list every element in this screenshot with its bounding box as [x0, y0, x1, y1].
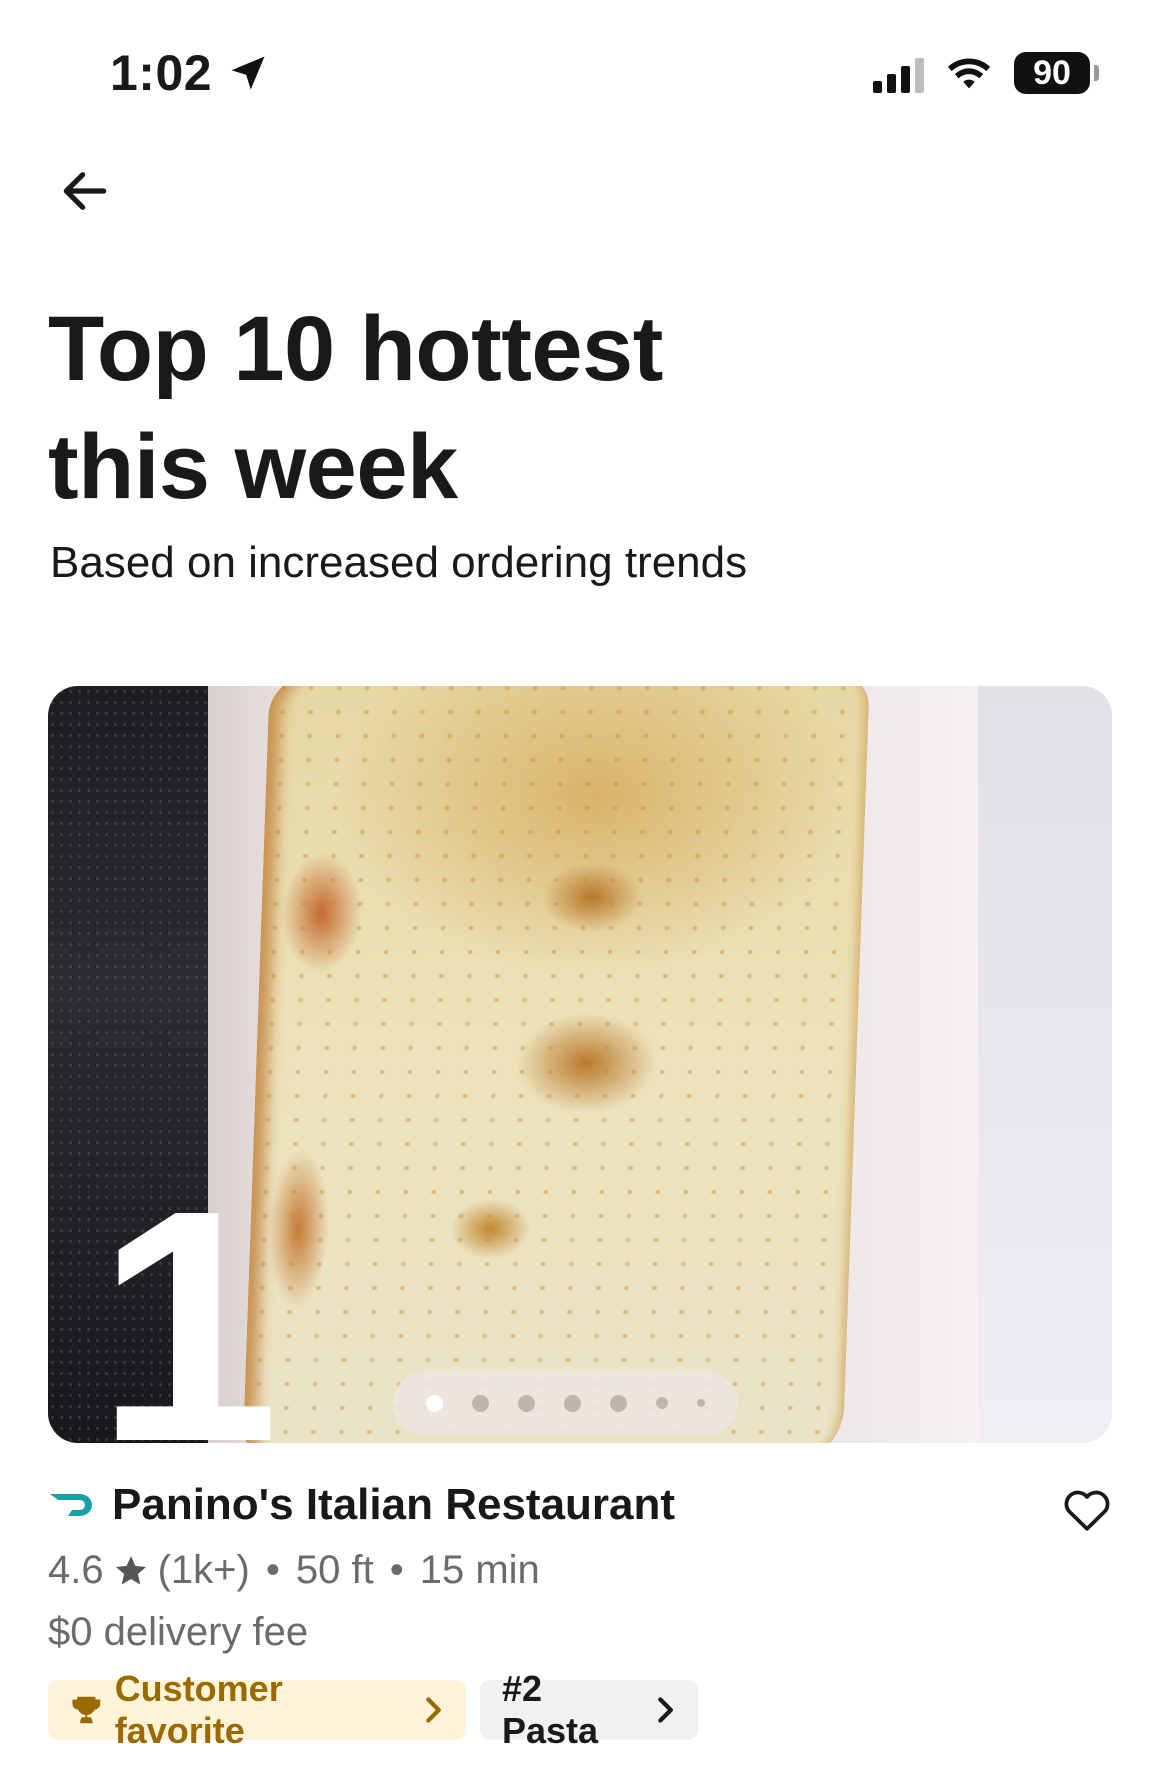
status-indicators: 90 [873, 52, 1099, 94]
battery-level: 90 [1033, 53, 1071, 92]
category-rank-label: #2 Pasta [502, 1668, 599, 1751]
page-title: Top 10 hottest this week [48, 290, 948, 526]
carousel-pager[interactable] [393, 1371, 738, 1435]
battery-indicator: 90 [1014, 52, 1099, 94]
heart-icon [1064, 1490, 1110, 1531]
location-arrow-icon [231, 56, 265, 90]
chevron-right-icon [426, 1697, 441, 1723]
photo-background [978, 686, 1112, 1443]
pager-dot[interactable] [472, 1394, 489, 1412]
dashpass-icon [50, 1494, 92, 1516]
rank-number: 1 [96, 1141, 280, 1444]
pager-dot[interactable] [564, 1394, 581, 1412]
pager-dot[interactable] [518, 1394, 535, 1412]
wifi-icon [947, 58, 991, 89]
page-subtitle: Based on increased ordering trends [50, 538, 748, 587]
delivery-time: 15 min [419, 1548, 540, 1592]
store-name[interactable]: Panino's Italian Restaurant [112, 1480, 675, 1530]
cellular-signal-icon [873, 53, 924, 93]
title-line-1: Top 10 hottest [48, 298, 663, 400]
chevron-right-icon [658, 1697, 673, 1723]
customer-favorite-label: Customer favorite [114, 1668, 283, 1751]
clock-text: 1:02 [110, 45, 213, 101]
distance: 50 ft [295, 1548, 374, 1592]
review-count: (1k+) [157, 1548, 250, 1592]
title-line-2: this week [48, 416, 458, 518]
category-rank-badge[interactable]: #2 Pasta [480, 1668, 698, 1751]
store-title-row[interactable]: Panino's Italian Restaurant [48, 1480, 675, 1530]
badge-row: Customer favorite #2 Pasta [48, 1668, 698, 1751]
status-time: 1:02 [110, 44, 270, 102]
back-button[interactable] [52, 158, 118, 224]
food-photo [242, 686, 870, 1443]
separator-dot: • [265, 1548, 280, 1592]
arrow-left-icon [63, 172, 107, 210]
favorite-button[interactable] [1060, 1482, 1114, 1536]
rating-value: 4.6 [48, 1548, 104, 1592]
pager-dot[interactable] [610, 1394, 627, 1412]
separator-dot: • [389, 1548, 404, 1592]
pager-dot-active[interactable] [426, 1394, 443, 1412]
pager-dot[interactable] [697, 1399, 705, 1407]
star-icon [115, 1555, 146, 1584]
trophy-icon [72, 1696, 101, 1724]
delivery-fee: $0 delivery fee [48, 1610, 309, 1654]
store-meta: 4.6 (1k+) • 50 ft • 15 min [48, 1548, 540, 1593]
customer-favorite-badge[interactable]: Customer favorite [48, 1668, 466, 1751]
store-photo-carousel[interactable]: 1 [48, 686, 1112, 1443]
status-bar: 1:02 90 [0, 0, 1170, 150]
pager-dot[interactable] [656, 1397, 668, 1409]
